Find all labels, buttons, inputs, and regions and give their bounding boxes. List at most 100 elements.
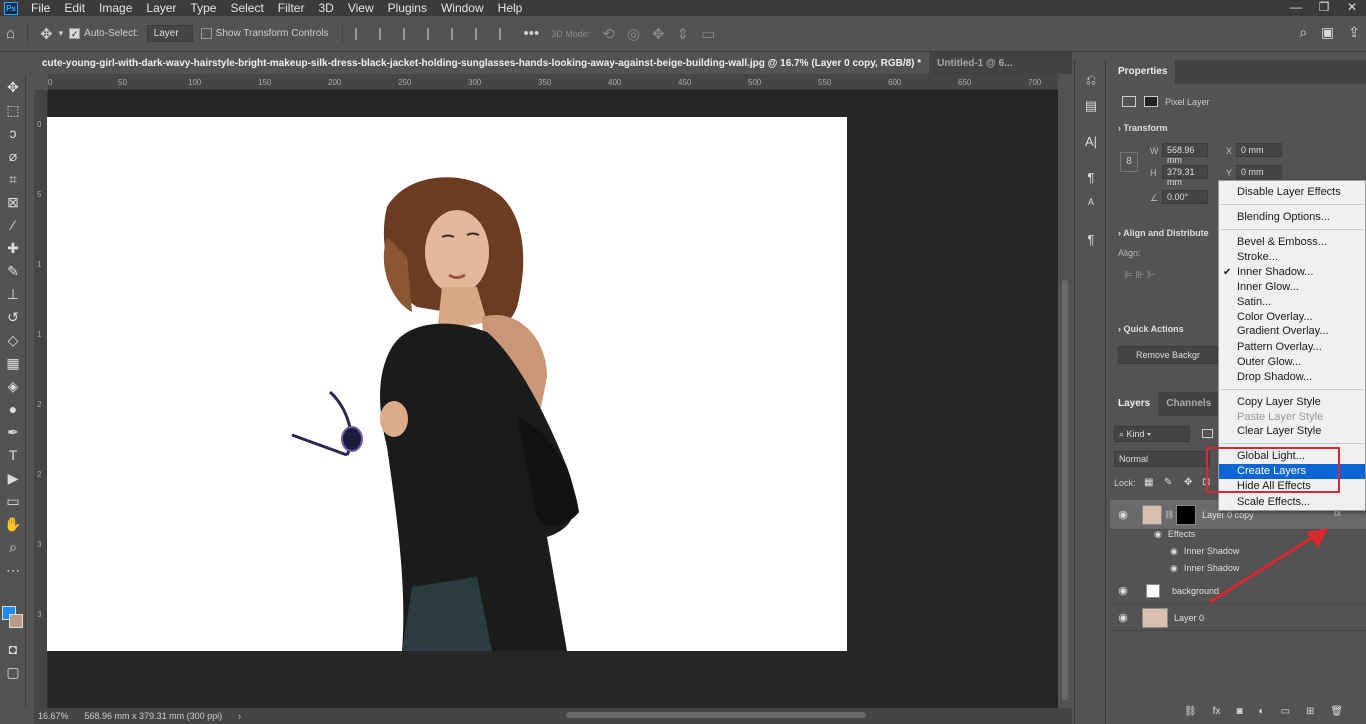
menu-view[interactable]: View (341, 1, 381, 15)
document-canvas[interactable] (47, 117, 847, 651)
eraser-tool-icon[interactable]: ◇ (4, 331, 22, 349)
mask-icon[interactable] (1144, 96, 1158, 107)
more-options-button[interactable]: ••• (523, 25, 539, 42)
filter-pixel-icon[interactable] (1202, 429, 1213, 438)
align-section-header[interactable]: › Align and Distribute (1118, 228, 1209, 238)
rectangle-tool-icon[interactable]: ▭ (4, 492, 22, 510)
brush-tool-icon[interactable]: ✎ (4, 262, 22, 280)
visibility-eye-icon[interactable]: ◉ (1154, 529, 1162, 540)
x-field[interactable]: 0 mm (1236, 143, 1282, 157)
home-icon[interactable]: ⌂ (6, 25, 15, 42)
quick-select-tool-icon[interactable]: ⌀ (4, 147, 22, 165)
menu-item-pattern-overlay[interactable]: Pattern Overlay... (1219, 340, 1365, 355)
history-icon[interactable]: ⎌ (1083, 72, 1099, 88)
lasso-tool-icon[interactable]: ↄ (4, 124, 22, 142)
path-select-tool-icon[interactable]: ▶ (4, 469, 22, 487)
menu-item-scale-effects[interactable]: Scale Effects... (1219, 495, 1365, 510)
link-layers-icon[interactable]: ⛓ (1184, 706, 1197, 717)
history-brush-icon[interactable]: ↺ (4, 308, 22, 326)
more-tools-icon[interactable]: ⋯ (4, 561, 22, 579)
visibility-eye-icon[interactable]: ◉ (1170, 563, 1178, 574)
tab-properties[interactable]: Properties (1110, 60, 1176, 84)
restore-button[interactable]: ❐ (1310, 0, 1338, 14)
chevron-down-icon[interactable]: ▾ (59, 28, 64, 39)
3d-slide-icon[interactable]: ⇕ (677, 25, 690, 43)
status-menu-arrow[interactable]: › (238, 711, 241, 721)
remove-background-button[interactable]: Remove Backgr (1118, 346, 1218, 364)
menu-3d[interactable]: 3D (311, 1, 340, 15)
new-layer-icon[interactable]: ⊞ (1306, 706, 1314, 717)
align-middle-icon[interactable] (451, 27, 463, 40)
menu-layer[interactable]: Layer (139, 1, 183, 15)
paragraph-styles-icon[interactable]: ¶ (1083, 232, 1099, 248)
background-color-swatch[interactable] (9, 614, 23, 628)
minimize-button[interactable]: — (1282, 0, 1310, 14)
lock-transparency-icon[interactable]: ▦ (1144, 477, 1153, 488)
menu-item-disable-layer-effects[interactable]: Disable Layer Effects (1219, 185, 1365, 200)
align-buttons-icon[interactable]: ⊫ ⊪ ⊩ (1124, 270, 1156, 281)
menu-file[interactable]: File (24, 1, 57, 15)
align-center-icon[interactable] (379, 27, 391, 40)
crop-tool-icon[interactable]: ⌗ (4, 170, 22, 188)
add-style-icon[interactable]: fx (1213, 706, 1221, 717)
move-tool-icon[interactable]: ✥ (4, 78, 22, 96)
chain-link-icon[interactable]: ⛓ (1164, 510, 1174, 519)
gradient-tool-icon[interactable]: ▦ (4, 354, 22, 372)
menu-filter[interactable]: Filter (271, 1, 312, 15)
show-transform-checkbox[interactable] (200, 28, 212, 39)
glyphs-icon[interactable]: ᴬ (1083, 196, 1099, 212)
type-tool-icon[interactable]: T (4, 446, 22, 464)
lock-position-icon[interactable]: ✥ (1184, 477, 1192, 488)
lock-pixels-icon[interactable]: ✎ (1164, 477, 1172, 488)
3d-roll-icon[interactable]: ◎ (627, 25, 640, 43)
blend-mode-dropdown[interactable]: Normal (1114, 451, 1210, 467)
3d-pan-icon[interactable]: ✥ (652, 25, 665, 43)
menu-item-stroke[interactable]: Stroke... (1219, 250, 1365, 265)
visibility-eye-icon[interactable]: ◉ (1170, 546, 1178, 557)
quick-mask-icon[interactable]: ◘ (4, 640, 22, 658)
share-icon[interactable]: ⇪ (1348, 24, 1360, 41)
eyedropper-tool-icon[interactable]: ⁄ (4, 216, 22, 234)
dodge-tool-icon[interactable]: ● (4, 400, 22, 418)
align-left-icon[interactable] (355, 27, 367, 40)
menu-edit[interactable]: Edit (57, 1, 92, 15)
auto-select-dropdown[interactable]: Layer (146, 25, 193, 42)
blur-tool-icon[interactable]: ◈ (4, 377, 22, 395)
adjustment-layer-icon[interactable]: ◐ (1259, 706, 1265, 717)
3d-camera-icon[interactable]: ▭ (701, 25, 715, 43)
screen-mode-icon[interactable]: ▢ (4, 663, 22, 681)
menu-plugins[interactable]: Plugins (381, 1, 434, 15)
workspace-icon[interactable]: ▣ (1321, 24, 1334, 41)
move-tool-icon[interactable]: ✥ (40, 25, 53, 43)
quick-actions-header[interactable]: › Quick Actions (1118, 324, 1184, 334)
healing-tool-icon[interactable]: ✚ (4, 239, 22, 257)
add-mask-icon[interactable]: ◙ (1236, 706, 1242, 717)
search-icon[interactable]: ⌕ (1299, 24, 1307, 41)
menu-item-color-overlay[interactable]: Color Overlay... (1219, 310, 1365, 325)
menu-item-inner-glow[interactable]: Inner Glow... (1219, 280, 1365, 295)
y-field[interactable]: 0 mm (1236, 165, 1282, 179)
menu-item-copy-layer-style[interactable]: Copy Layer Style (1219, 395, 1365, 410)
menu-item-gradient-overlay[interactable]: Gradient Overlay... (1219, 324, 1365, 339)
comments-icon[interactable]: ▤ (1083, 98, 1099, 114)
tab-untitled-1[interactable]: Untitled-1 @ 6... (929, 52, 1020, 74)
align-top-icon[interactable] (427, 27, 439, 40)
filter-kind-dropdown[interactable]: ⌕ Kind ▾ (1114, 426, 1190, 442)
menu-item-satin[interactable]: Satin... (1219, 295, 1365, 310)
distribute-icon[interactable] (499, 27, 511, 40)
character-icon[interactable]: A| (1083, 134, 1099, 150)
horizontal-scrollbar[interactable] (566, 712, 866, 718)
align-bottom-icon[interactable] (475, 27, 487, 40)
menu-help[interactable]: Help (491, 1, 530, 15)
delete-layer-icon[interactable]: 🗑 (1330, 706, 1343, 717)
new-group-icon[interactable]: ▭ (1281, 706, 1290, 717)
tab-layers[interactable]: Layers (1110, 392, 1159, 416)
close-button[interactable]: ✕ (1338, 0, 1366, 14)
menu-item-bevel-emboss[interactable]: Bevel & Emboss... (1219, 235, 1365, 250)
paragraph-icon[interactable]: ¶ (1083, 170, 1099, 186)
angle-field[interactable]: 0.00° (1162, 190, 1208, 204)
menu-item-outer-glow[interactable]: Outer Glow... (1219, 355, 1365, 370)
visibility-eye-icon[interactable]: ◉ (1110, 508, 1136, 521)
vertical-scrollbar[interactable] (1062, 280, 1068, 700)
menu-item-drop-shadow[interactable]: Drop Shadow... (1219, 370, 1365, 385)
